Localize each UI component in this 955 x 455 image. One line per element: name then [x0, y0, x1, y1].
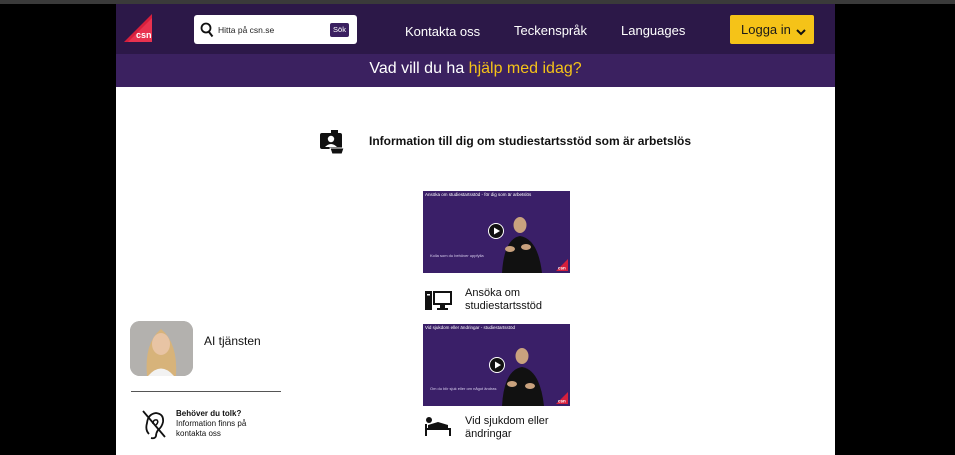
nav-kontakta-oss[interactable]: Kontakta oss	[405, 24, 480, 39]
csn-page: csn Sök Kontakta oss Teckenspråk Languag…	[116, 4, 835, 455]
video-title: Vid sjukdom eller ändringar - studiestar…	[425, 325, 515, 330]
interpreter-title: Behöver du tolk?	[176, 409, 242, 418]
item-sjukdom-label[interactable]: Vid sjukdom eller ändringar	[465, 415, 575, 441]
interpreter-ear-icon	[142, 410, 166, 440]
search-input[interactable]	[218, 20, 318, 39]
site-header: csn Sök Kontakta oss Teckenspråk Languag…	[116, 4, 835, 54]
help-bar: Vad vill du ha hjälp med idag?	[116, 54, 835, 87]
search-button[interactable]: Sök	[330, 23, 349, 37]
computer-icon	[425, 291, 452, 310]
csn-logo-small: csn	[556, 259, 568, 271]
search-box: Sök	[194, 15, 357, 44]
csn-logo[interactable]: csn	[124, 14, 152, 42]
video-title: Ansöka om studiestartsstöd - för dig som…	[425, 192, 532, 197]
video-ansoka[interactable]: Ansöka om studiestartsstöd - för dig som…	[423, 191, 570, 273]
video-subtext: Kolla som du behöver uppfylla	[430, 253, 484, 258]
login-button[interactable]: Logga in	[730, 15, 814, 44]
ai-service-link[interactable]: AI tjänsten	[204, 334, 261, 348]
signer-figure	[502, 217, 542, 273]
interpreter-info[interactable]: Behöver du tolk? Information finns på ko…	[176, 409, 266, 439]
signer-figure	[502, 348, 544, 406]
video-sjukdom[interactable]: Vid sjukdom eller ändringar - studiestar…	[423, 324, 570, 406]
video-subtext: Om du blir sjuk eller om något ändras	[430, 386, 497, 391]
sickbed-icon	[425, 417, 451, 436]
video-logo-text: csn	[558, 399, 566, 404]
search-icon	[200, 22, 214, 38]
ai-portrait	[130, 321, 193, 376]
info-heading: Information till dig om studiestartsstöd…	[369, 134, 692, 148]
help-prefix: Vad vill du ha	[369, 60, 469, 77]
nav-languages[interactable]: Languages	[621, 23, 685, 38]
video-logo-text: csn	[558, 266, 566, 271]
csn-logo-small: csn	[556, 392, 568, 404]
info-person-icon	[320, 130, 345, 155]
play-icon[interactable]	[489, 357, 505, 373]
play-icon[interactable]	[488, 223, 504, 239]
logo-text: csn	[136, 30, 152, 40]
sidebar-divider	[131, 391, 281, 392]
interpreter-text: Information finns på kontakta oss	[176, 419, 247, 438]
nav-teckensprak[interactable]: Teckenspråk	[514, 23, 587, 38]
login-label: Logga in	[741, 22, 791, 37]
help-highlight: hjälp med idag?	[468, 60, 582, 77]
chevron-down-icon	[796, 29, 806, 36]
ai-avatar[interactable]	[130, 321, 193, 376]
item-ansoka-label[interactable]: Ansöka om studiestartsstöd	[465, 287, 575, 313]
